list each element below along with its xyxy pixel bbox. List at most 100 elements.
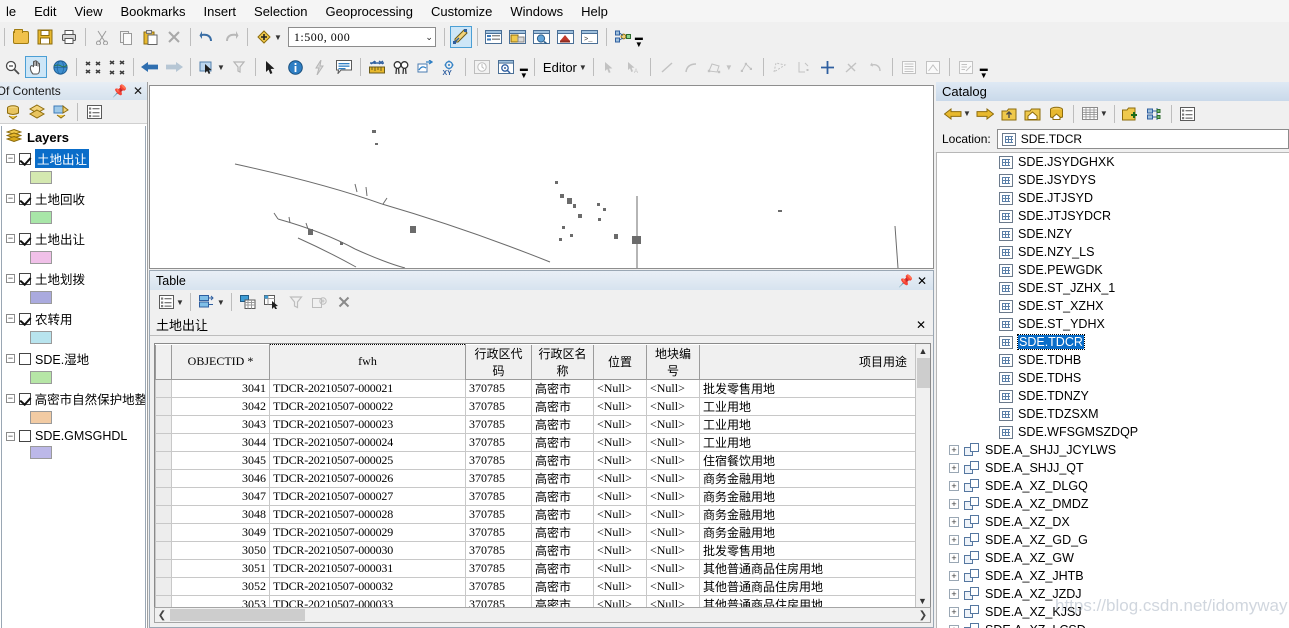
expand-icon[interactable]: + (949, 517, 959, 527)
default-geodatabase-icon[interactable] (1046, 103, 1068, 125)
menu-item-help[interactable]: Help (572, 1, 617, 22)
save-button[interactable] (34, 26, 56, 48)
layer-symbol-swatch[interactable] (30, 291, 52, 304)
catalog-tree-item[interactable]: + SDE.A_XZ_DLGQ (937, 477, 1289, 495)
print-button[interactable] (58, 26, 80, 48)
toc-layer-item[interactable]: − 土地划拨 (2, 267, 145, 289)
chevron-down-icon[interactable]: ⌄ (425, 32, 433, 43)
related-tables-dropdown-icon[interactable]: ▼ (217, 298, 225, 307)
catalog-tree-item[interactable]: SDE.WFSGMSZDQP (937, 423, 1289, 441)
collapse-icon[interactable]: − (6, 431, 15, 441)
catalog-tree-item[interactable]: SDE.ST_XZHX (937, 297, 1289, 315)
find-button[interactable] (390, 56, 412, 78)
catalog-tree-item[interactable]: + SDE.A_XZ_DMDZ (937, 495, 1289, 513)
catalog-tree-item[interactable]: + SDE.A_XZ_GW (937, 549, 1289, 567)
editor-toolbar-button[interactable] (449, 26, 472, 48)
layer-symbol-swatch[interactable] (30, 446, 52, 459)
toolbar-overflow-button[interactable]: ▬ ▼ (635, 26, 643, 49)
tools-overflow-button[interactable]: ▬ ▼ (520, 55, 528, 80)
home-icon[interactable] (1022, 103, 1044, 125)
table-horizontal-scrollbar[interactable]: ❮ ❯ (154, 607, 931, 623)
toc-layer-item[interactable]: − 土地出让 (2, 147, 145, 169)
expand-icon[interactable]: + (949, 445, 959, 455)
catalog-tree-item[interactable]: + SDE.A_SHJJ_QT (937, 459, 1289, 477)
collapse-icon[interactable]: − (6, 354, 15, 363)
collapse-icon[interactable]: − (6, 314, 15, 323)
table-row[interactable]: 3041 TDCR-20210507-000021 370785 高密市 <Null> <… (155, 378, 916, 398)
layer-visibility-checkbox[interactable] (18, 392, 31, 405)
row-selector[interactable] (155, 414, 172, 434)
table-options-icon[interactable] (155, 291, 177, 313)
column-header-fwh[interactable]: fwh (269, 344, 466, 380)
table-of-contents-button[interactable] (483, 26, 505, 48)
identify-button[interactable] (285, 56, 307, 78)
table-tab-label[interactable]: 土地出让 (156, 315, 208, 334)
layer-visibility-checkbox[interactable] (19, 430, 31, 442)
table-row[interactable]: 3048 TDCR-20210507-000028 370785 高密市 <Null> <… (155, 504, 916, 524)
column-header-xzqmc[interactable]: 行政区名称 (531, 344, 594, 380)
catalog-tree-item[interactable]: SDE.NZY_LS (937, 243, 1289, 261)
catalog-tree-item[interactable]: SDE.TDZSXM (937, 405, 1289, 423)
related-tables-icon[interactable] (196, 291, 218, 313)
close-icon[interactable]: ✕ (133, 84, 143, 98)
modelbuilder-button[interactable] (612, 26, 634, 48)
close-icon[interactable]: ✕ (917, 274, 927, 288)
layer-visibility-checkbox[interactable] (19, 312, 31, 325)
layer-visibility-checkbox[interactable] (19, 272, 31, 285)
list-by-visibility-icon[interactable] (50, 101, 72, 123)
fixed-zoom-out-button[interactable] (106, 56, 128, 78)
catalog-tree-item[interactable]: + SDE.A_XZ_JHTB (937, 567, 1289, 585)
layer-symbol-swatch[interactable] (30, 211, 52, 224)
column-header-xzqdm[interactable]: 行政区代码 (465, 344, 532, 380)
menu-item-le[interactable]: le (2, 1, 25, 22)
pan-button[interactable] (25, 56, 47, 78)
layer-visibility-checkbox[interactable] (19, 352, 31, 365)
move-field-icon[interactable] (237, 291, 259, 313)
table-row[interactable]: 3046 TDCR-20210507-000026 370785 高密市 <Null> <… (155, 468, 916, 488)
expand-icon[interactable]: + (949, 607, 959, 617)
back-extent-button[interactable] (139, 56, 161, 78)
column-header-weizhi[interactable]: 位置 (593, 344, 647, 380)
table-options-dropdown-icon[interactable]: ▼ (176, 298, 184, 307)
catalog-tree-item[interactable]: + SDE.A_XZ_DX (937, 513, 1289, 531)
menu-item-customize[interactable]: Customize (422, 1, 501, 22)
catalog-tree-item[interactable]: SDE.TDHS (937, 369, 1289, 387)
layer-symbol-swatch[interactable] (30, 171, 52, 184)
expand-icon[interactable]: + (949, 463, 959, 473)
table-row[interactable]: 3052 TDCR-20210507-000032 370785 高密市 <Null> <… (155, 576, 916, 596)
row-selector[interactable] (155, 504, 172, 524)
toc-layer-item[interactable]: − SDE.GMSGHDL (2, 427, 145, 444)
connect-folder-icon[interactable] (1120, 103, 1142, 125)
toggle-tree-icon[interactable] (1144, 103, 1166, 125)
create-viewer-window-button[interactable] (495, 56, 517, 78)
menu-item-bookmarks[interactable]: Bookmarks (111, 1, 194, 22)
layer-visibility-checkbox[interactable] (19, 152, 31, 165)
menu-item-selection[interactable]: Selection (245, 1, 316, 22)
menu-item-view[interactable]: View (66, 1, 112, 22)
scroll-up-icon[interactable]: ▲ (916, 344, 930, 358)
forward-icon[interactable] (974, 103, 996, 125)
expand-icon[interactable]: + (949, 481, 959, 491)
toc-layer-item[interactable]: − 农转用 (2, 307, 145, 329)
back-dropdown-icon[interactable]: ▼ (963, 109, 971, 118)
table-row[interactable]: 3047 TDCR-20210507-000027 370785 高密市 <Null> <… (155, 486, 916, 506)
go-to-xy-button[interactable]: XY (438, 56, 460, 78)
undo-button[interactable] (196, 26, 218, 48)
menu-item-insert[interactable]: Insert (195, 1, 246, 22)
row-selector[interactable] (155, 450, 172, 470)
row-selector[interactable] (155, 558, 172, 578)
row-selector[interactable] (155, 486, 172, 506)
collapse-icon[interactable]: − (6, 154, 15, 163)
expand-icon[interactable]: + (949, 535, 959, 545)
options-icon[interactable] (83, 101, 105, 123)
catalog-tree[interactable]: SDE.JSYDGHXK SDE.JSYDYS SDE.JTJSYD SDE.JTJS… (936, 152, 1289, 628)
full-extent-button[interactable] (49, 56, 71, 78)
layer-symbol-swatch[interactable] (30, 331, 52, 344)
toc-layer-item[interactable]: − 土地出让 (2, 227, 145, 249)
select-features-button[interactable] (196, 56, 218, 78)
layer-visibility-checkbox[interactable] (19, 192, 31, 205)
paste-button[interactable] (139, 26, 161, 48)
expand-icon[interactable]: + (949, 553, 959, 563)
menu-item-windows[interactable]: Windows (501, 1, 572, 22)
arctoolbox-button[interactable] (555, 26, 577, 48)
